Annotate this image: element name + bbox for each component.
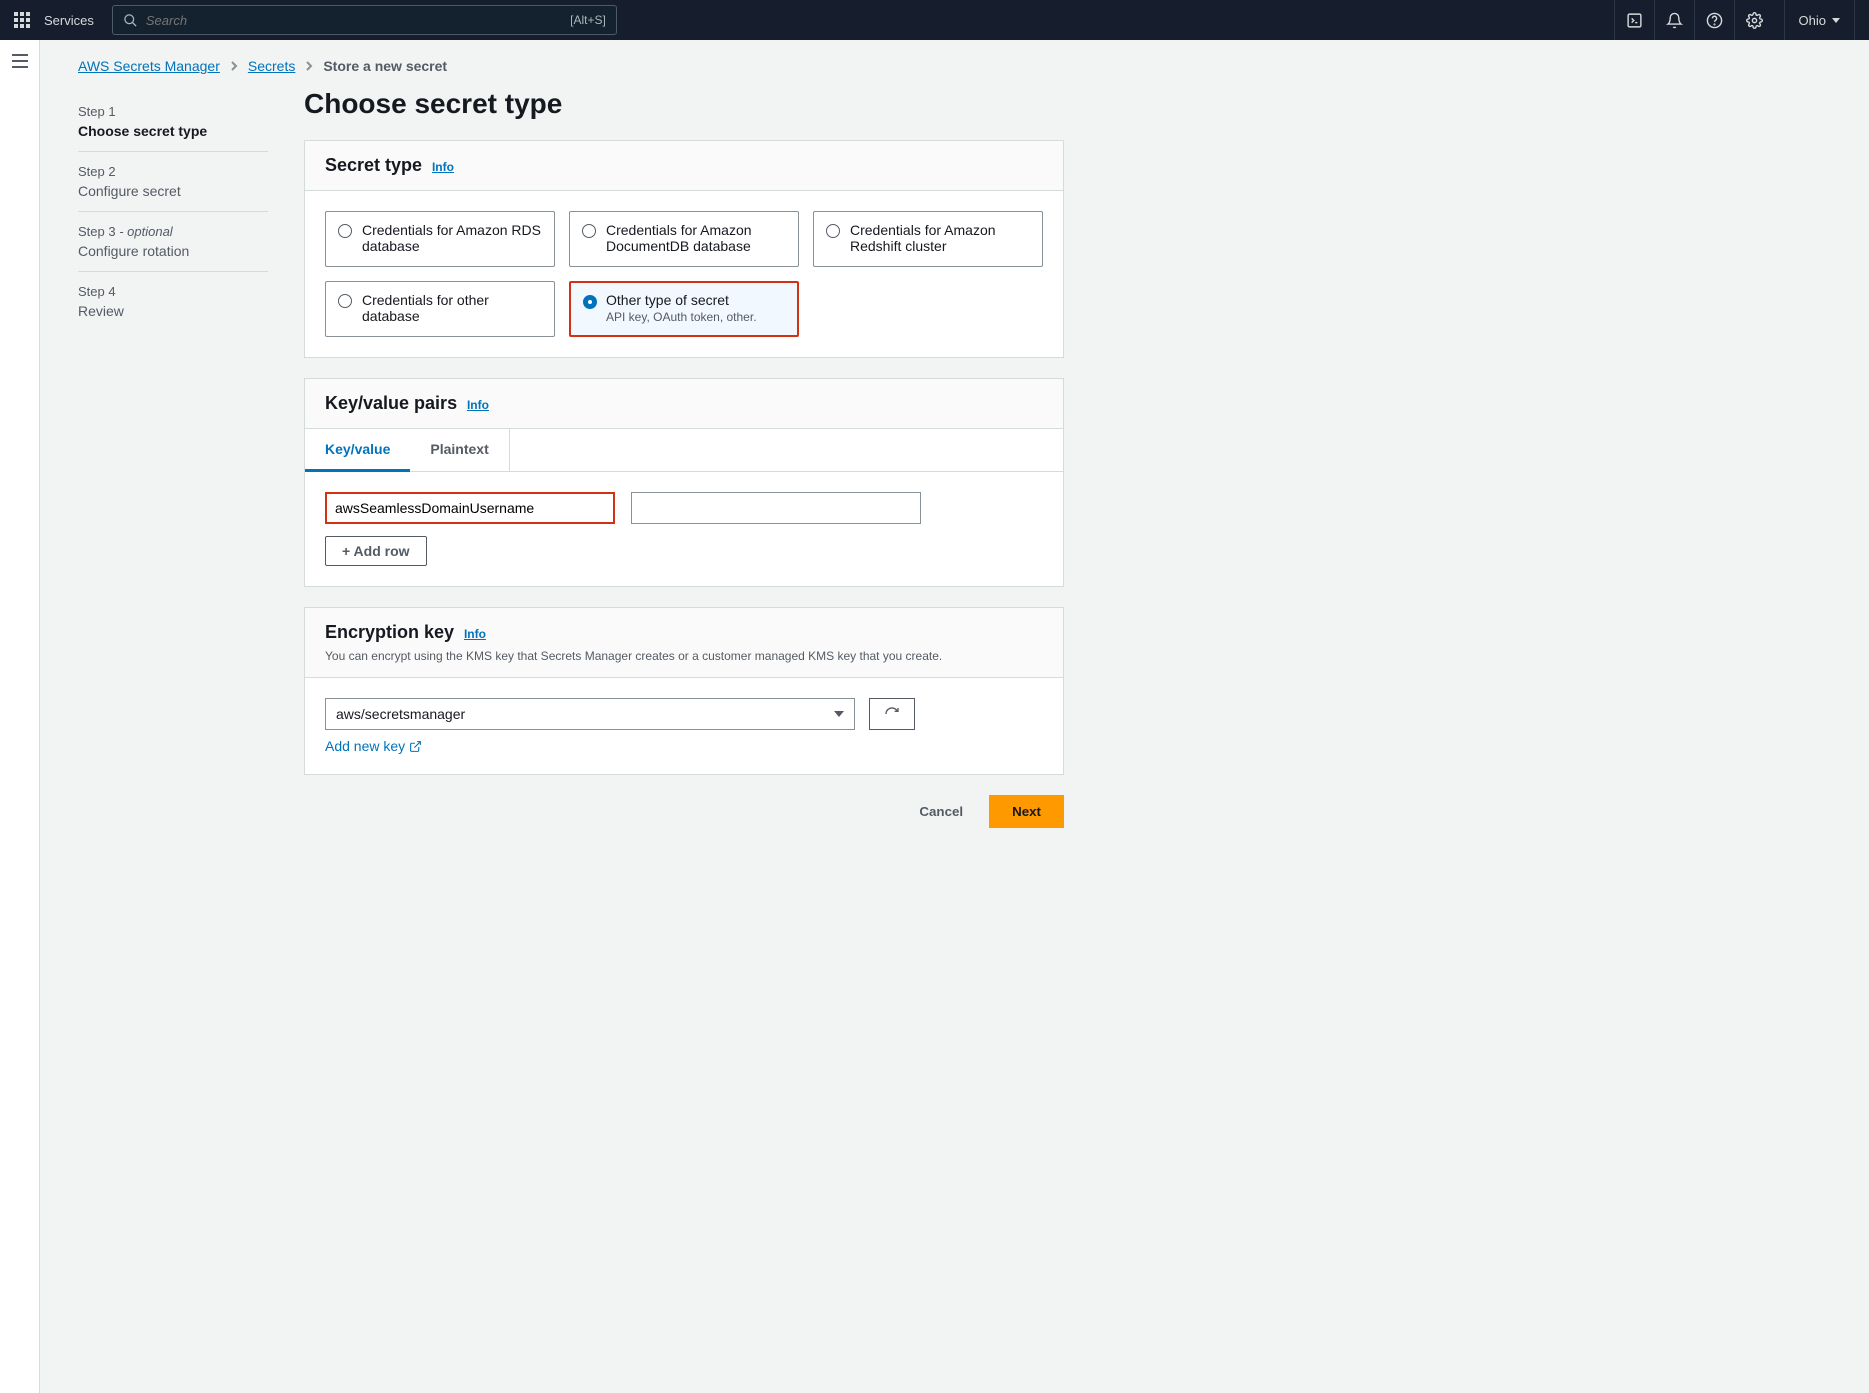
kv-panel: Key/value pairs Info Key/value Plaintext… [304,378,1064,587]
notifications-icon[interactable] [1654,0,1694,40]
wizard-step-2[interactable]: Step 2 Configure secret [78,152,268,212]
info-link[interactable]: Info [432,160,454,174]
page-title: Choose secret type [304,88,1064,120]
tile-other-secret[interactable]: Other type of secret API key, OAuth toke… [569,281,799,337]
tile-title: Credentials for Amazon Redshift cluster [850,222,1030,254]
chevron-down-icon [834,711,844,717]
external-link-icon [409,740,422,753]
step-number: Step 1 [78,104,268,119]
tile-rds[interactable]: Credentials for Amazon RDS database [325,211,555,267]
refresh-icon [884,706,900,722]
topnav-icons [1614,0,1774,40]
tile-title: Credentials for Amazon DocumentDB databa… [606,222,786,254]
tile-subtitle: API key, OAuth token, other. [606,310,786,324]
radio-icon [338,224,352,238]
cancel-button[interactable]: Cancel [905,795,977,828]
breadcrumb-current: Store a new secret [323,58,447,74]
encryption-key-value: aws/secretsmanager [336,706,465,722]
add-new-key-link[interactable]: Add new key [325,738,422,754]
wizard-sidebar: Step 1 Choose secret type Step 2 Configu… [78,88,268,828]
kv-key-input[interactable] [325,492,615,524]
step-name: Configure rotation [78,243,268,259]
info-link[interactable]: Info [467,398,489,412]
kv-value-input[interactable] [631,492,921,524]
kv-heading: Key/value pairs [325,393,457,413]
secret-type-heading: Secret type [325,155,422,175]
radio-icon [583,295,597,309]
tab-plaintext[interactable]: Plaintext [410,429,509,471]
tile-redshift[interactable]: Credentials for Amazon Redshift cluster [813,211,1043,267]
tile-title: Credentials for Amazon RDS database [362,222,542,254]
add-row-button[interactable]: + Add row [325,536,427,566]
global-search[interactable]: [Alt+S] [112,5,617,35]
wizard-step-4[interactable]: Step 4 Review [78,272,268,331]
tile-documentdb[interactable]: Credentials for Amazon DocumentDB databa… [569,211,799,267]
search-icon [123,13,138,28]
region-selector[interactable]: Ohio [1784,0,1855,40]
encryption-heading: Encryption key [325,622,454,642]
top-nav: Services [Alt+S] Ohio [0,0,1869,40]
tile-other-db[interactable]: Credentials for other database [325,281,555,337]
step-name: Choose secret type [78,123,268,139]
services-label[interactable]: Services [44,13,94,28]
cloudshell-icon[interactable] [1614,0,1654,40]
next-button[interactable]: Next [989,795,1064,828]
services-menu-icon[interactable] [14,12,30,28]
step-name: Configure secret [78,183,268,199]
secret-type-panel: Secret type Info Credentials for Amazon … [304,140,1064,358]
secret-type-tiles: Credentials for Amazon RDS database Cred… [325,211,1043,337]
step-name: Review [78,303,268,319]
tab-key-value[interactable]: Key/value [305,429,410,472]
breadcrumb: AWS Secrets Manager Secrets Store a new … [78,58,1841,74]
settings-icon[interactable] [1734,0,1774,40]
breadcrumb-secrets[interactable]: Secrets [248,58,295,74]
hamburger-icon[interactable] [11,54,29,68]
encryption-panel: Encryption key Info You can encrypt usin… [304,607,1064,775]
refresh-button[interactable] [869,698,915,730]
chevron-right-icon [230,60,238,72]
tile-title: Credentials for other database [362,292,542,324]
region-label: Ohio [1799,13,1826,28]
info-link[interactable]: Info [464,627,486,641]
encryption-key-select[interactable]: aws/secretsmanager [325,698,855,730]
step-number: Step 3 - optional [78,224,268,239]
wizard-step-3[interactable]: Step 3 - optional Configure rotation [78,212,268,272]
tile-title: Other type of secret [606,292,786,308]
kv-row [325,492,1043,524]
radio-icon [582,224,596,238]
chevron-right-icon [305,60,313,72]
wizard-footer: Cancel Next [304,795,1064,828]
step-number: Step 2 [78,164,268,179]
side-rail [0,40,40,1393]
kv-tabs: Key/value Plaintext [305,429,1063,472]
search-input[interactable] [146,13,562,28]
radio-icon [826,224,840,238]
search-shortcut: [Alt+S] [570,13,606,27]
wizard-step-1[interactable]: Step 1 Choose secret type [78,92,268,152]
radio-icon [338,294,352,308]
chevron-down-icon [1832,18,1840,23]
encryption-desc: You can encrypt using the KMS key that S… [325,649,1043,663]
help-icon[interactable] [1694,0,1734,40]
step-number: Step 4 [78,284,268,299]
breadcrumb-root[interactable]: AWS Secrets Manager [78,58,220,74]
